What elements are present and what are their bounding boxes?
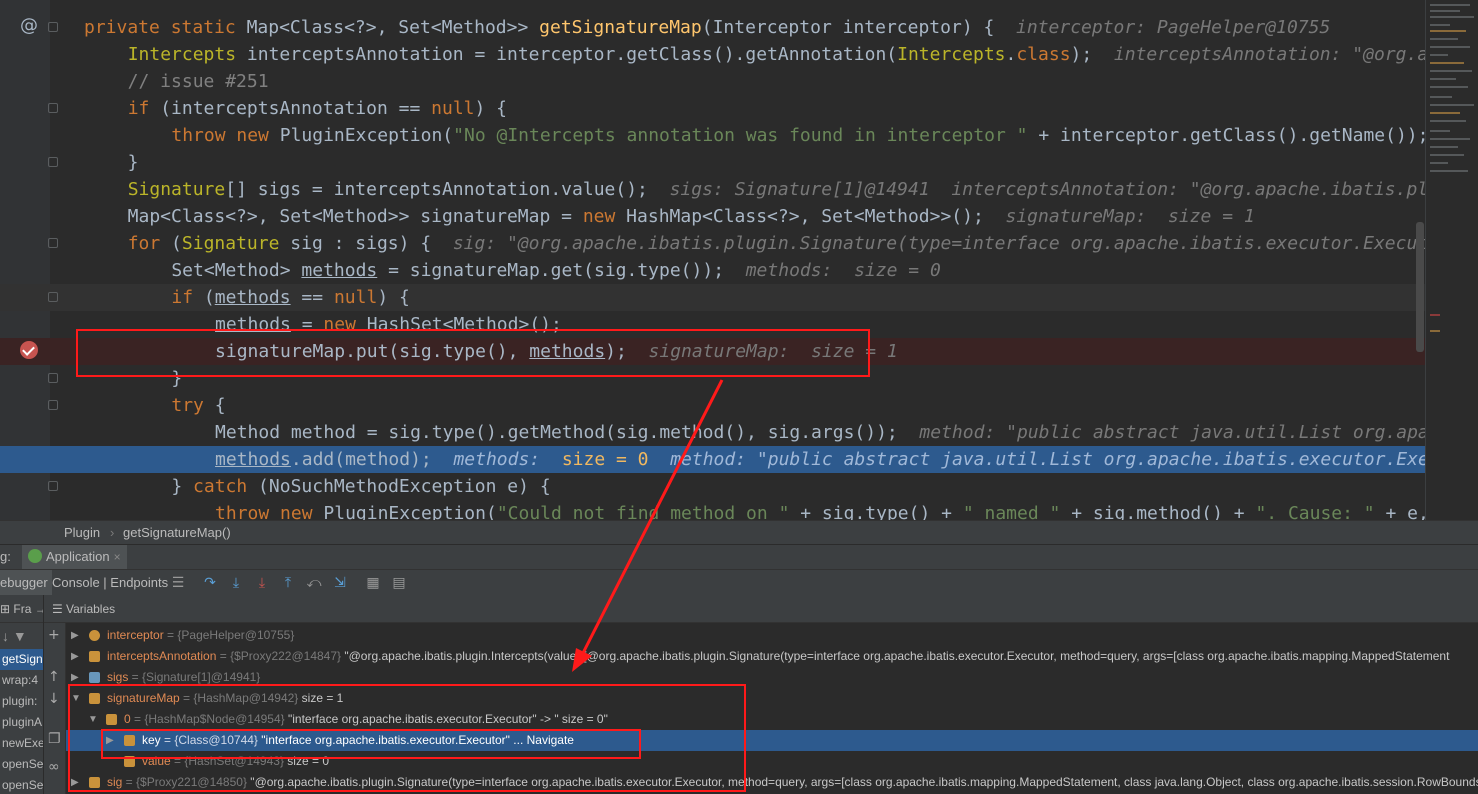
annotation-arrow bbox=[572, 379, 724, 672]
